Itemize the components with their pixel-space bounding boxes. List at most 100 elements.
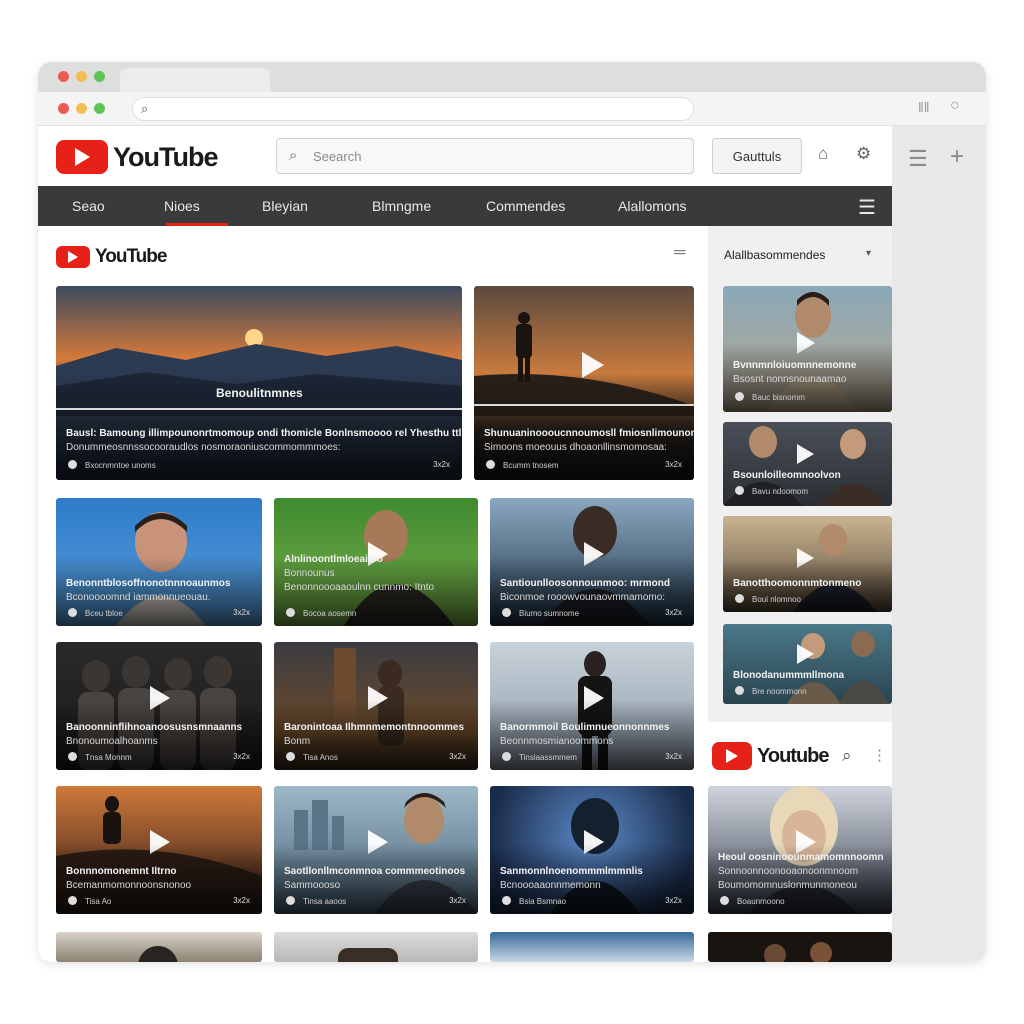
logo-text: YouTube xyxy=(113,141,218,172)
video-duration: 3x2x xyxy=(449,896,466,905)
library-icon[interactable]: ‖‖ xyxy=(918,99,930,115)
minimize-window-button[interactable] xyxy=(76,71,87,82)
video-title: Bausl: Bamoung illimpounonrtmomoup ondi … xyxy=(66,428,462,439)
video-duration: 3x2x xyxy=(433,460,450,469)
video-duration: 3x2x xyxy=(665,896,682,905)
recommended-video-card[interactable]: Bvnnmnloiuomnnemonne Bsosnt nonnsnounaam… xyxy=(723,286,892,412)
address-bar-row: ⌕ ‖‖ ○ xyxy=(38,92,986,126)
search-icon[interactable]: ⌕ xyxy=(842,746,852,766)
video-subtitle: Sammoooso xyxy=(284,880,341,891)
close-window-button[interactable] xyxy=(58,71,69,82)
video-card-partial[interactable] xyxy=(708,932,892,962)
profile-icon[interactable]: ○ xyxy=(950,97,960,115)
video-channel: Tinsiaassmmem xyxy=(502,752,577,762)
recommended-video-card[interactable]: Blonodanummmllmona Bre noommonn xyxy=(723,624,892,704)
nav-item[interactable]: Bleyian xyxy=(262,198,308,214)
progress-bar xyxy=(474,404,694,406)
video-title: Bonnnomonemnt Iltrno xyxy=(66,866,177,877)
mini-youtube-logo[interactable]: Youtube xyxy=(712,742,830,770)
progress-bar xyxy=(56,408,462,410)
url-input[interactable]: ⌕ xyxy=(132,97,694,121)
settings-icon[interactable]: ⚙ xyxy=(856,144,871,164)
minimize-dot[interactable] xyxy=(76,103,87,114)
video-card[interactable]: Benonntblosoffnonotnnnoaunmos Bconoooomn… xyxy=(56,498,262,626)
video-duration: 3x2x xyxy=(233,608,250,617)
section-menu-icon[interactable]: ═ xyxy=(674,244,685,262)
mini-logo-text: Youtube xyxy=(757,744,830,767)
hamburger-menu-icon[interactable]: ☰ xyxy=(858,195,876,220)
video-channel: Tinsa aaoos xyxy=(286,896,346,906)
video-channel: Bocoa aosemn xyxy=(286,608,356,618)
video-channel: Tisa Ao xyxy=(68,896,111,906)
video-channel: Bcumm tnosem xyxy=(486,460,559,470)
video-card[interactable]: Heoul oosninoounmamomnnoomn Sonnoonnoono… xyxy=(708,786,892,914)
video-card-partial[interactable] xyxy=(274,932,478,962)
search-icon: ⌕ xyxy=(141,101,149,116)
header-button[interactable]: Gauttuls xyxy=(712,138,802,174)
youtube-page: YouTube ⌕ Seearch Gauttuls ⌂ ⚙ Seao Nioe… xyxy=(38,126,892,962)
nav-item[interactable]: Commendes xyxy=(486,198,565,214)
video-card-partial[interactable] xyxy=(490,932,694,962)
recommended-video-card[interactable]: Banotthoomonnmtonmeno Boui nlomnoo xyxy=(723,516,892,612)
section-logo-text: YouTube xyxy=(95,246,167,267)
video-channel: Boui nlomnoo xyxy=(735,594,801,604)
video-duration: 3x2x xyxy=(665,608,682,617)
chevron-down-icon[interactable]: ▾ xyxy=(866,248,871,259)
video-channel: Tisa Anos xyxy=(286,752,338,762)
maximize-window-button[interactable] xyxy=(94,71,105,82)
video-subtitle: Bnonoumoalhoanms xyxy=(66,736,158,747)
nav-item-active[interactable]: Nioes xyxy=(164,198,200,214)
video-title: Shunuaninoooucnnoumosll fmiosnlimounonnn… xyxy=(484,428,694,439)
recommended-video-card[interactable]: Bsounloilleomnoolvon Bavu ndoomom xyxy=(723,422,892,506)
video-card[interactable]: Baronintoaa Ilhmnmemontnnoommes Bonm Tis… xyxy=(274,642,478,770)
video-subtitle: Bonm xyxy=(284,736,311,747)
more-icon[interactable]: ⋮ xyxy=(872,746,887,764)
nav-item[interactable]: Blmngme xyxy=(372,198,431,214)
video-title: Heoul oosninoounmamomnnoomn xyxy=(718,852,884,863)
nav-item[interactable]: Alallomons xyxy=(618,198,686,214)
search-input[interactable]: ⌕ Seearch xyxy=(276,138,694,174)
video-card[interactable]: Alnlinoontlmloeaiioo Bonnounus Benonnooo… xyxy=(274,498,478,626)
video-title: Banoonninflihnoanoosusnsmnaanns xyxy=(66,722,243,733)
video-card[interactable]: Banoonninflihnoanoosusnsmnaanns Bnonoumo… xyxy=(56,642,262,770)
video-title: Sanmonnlnoenommmlmmnlis xyxy=(500,866,643,877)
plus-icon[interactable]: + xyxy=(950,143,964,171)
video-card[interactable]: Santiounlloosonnounmoo: mrmond Biconmoe … xyxy=(490,498,694,626)
site-header: YouTube ⌕ Seearch Gauttuls ⌂ ⚙ xyxy=(38,126,892,186)
video-title: Benonntblosoffnonotnnnoaunmos xyxy=(66,578,231,589)
close-dot[interactable] xyxy=(58,103,69,114)
video-subtitle: Bconoooomnd iammonnueouau. xyxy=(66,592,211,603)
video-channel: Bre noommonn xyxy=(735,686,807,696)
video-channel: Bxocnmntoe unoms xyxy=(68,460,156,470)
browser-tab[interactable] xyxy=(120,68,270,92)
nav-item[interactable]: Seao xyxy=(72,198,105,214)
video-title: Baronintoaa Ilhmnmemontnnoommes xyxy=(284,722,465,733)
video-subtitle: Simoons moeouus dhoaonllinsmomosaa: xyxy=(484,442,667,453)
video-card[interactable]: Sanmonnlnoenommmlmmnlis Bcnoooaaonnmemon… xyxy=(490,786,694,914)
video-subtitle: Bcemanmomonnoonsnonoo xyxy=(66,880,192,891)
video-title: Banotthoomonnmtonmeno xyxy=(733,578,862,589)
play-icon[interactable] xyxy=(797,444,814,464)
video-channel: Bavu ndoomom xyxy=(735,486,808,496)
featured-video-card[interactable]: Shunuaninoooucnnoumosll fmiosnlimounonnn… xyxy=(474,286,694,480)
recommended-sidebar: Alallbasommendes ▾ Bvnnmnloiuomnnemonne … xyxy=(708,226,892,722)
video-card[interactable]: Saotllonllmconmnoa commmeotinoos Sammooo… xyxy=(274,786,478,914)
video-card[interactable]: Bonnnomonemnt Iltrno Bcemanmomonnoonsnon… xyxy=(56,786,262,914)
video-subtitle: Bonnounus xyxy=(284,568,335,579)
video-title: Santiounlloosonnounmoo: mrmond xyxy=(500,578,670,589)
bell-icon[interactable]: ⌂ xyxy=(818,144,828,164)
featured-video-card[interactable]: Benoulitnmnes Bausl: Bamoung illimpounon… xyxy=(56,286,462,480)
video-subtitle: Bcnoooaaonnmemonn xyxy=(500,880,601,891)
youtube-logo[interactable]: YouTube xyxy=(56,140,218,174)
video-card[interactable]: Banormmoil Boulimnueonnonnmes Beonnmosmi… xyxy=(490,642,694,770)
category-nav: Seao Nioes Bleyian Blmngme Commendes Ala… xyxy=(38,186,892,226)
video-channel: Biumo sumnome xyxy=(502,608,579,618)
hamburger-menu-icon[interactable]: ☰ xyxy=(908,146,928,172)
search-icon: ⌕ xyxy=(289,147,298,164)
video-card-partial[interactable] xyxy=(56,932,262,962)
video-title: Alnlinoontlmloeaiioo xyxy=(284,554,383,565)
section-logo[interactable]: YouTube xyxy=(56,246,167,268)
play-icon[interactable] xyxy=(797,644,814,664)
maximize-dot[interactable] xyxy=(94,103,105,114)
video-duration: 3x2x xyxy=(665,460,682,469)
